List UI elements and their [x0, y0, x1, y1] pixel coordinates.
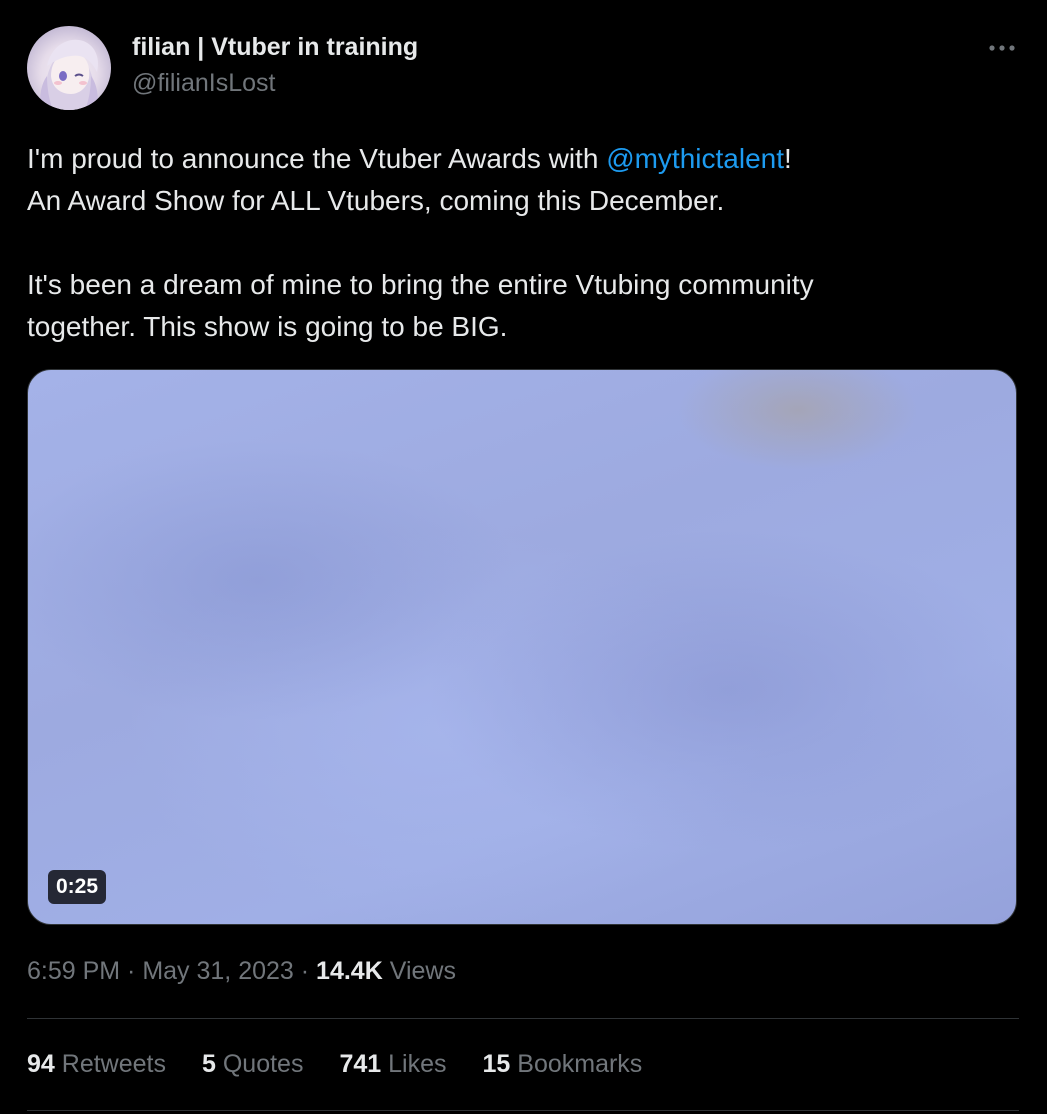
avatar[interactable]	[27, 26, 111, 110]
retweets-label: Retweets	[61, 1050, 166, 1078]
display-name[interactable]: filian | Vtuber in training	[132, 33, 418, 62]
tweet-metadata: 6:59 PM · May 31, 2023 · 14.4K Views	[27, 957, 456, 986]
tweet-text-line-3: It's been a dream of mine to bring the e…	[27, 269, 814, 300]
tweet-date[interactable]: May 31, 2023	[142, 957, 294, 985]
tweet-text-line-1: I'm proud to announce the Vtuber Awards …	[27, 138, 1017, 180]
tweet: filian | Vtuber in training @filianIsLos…	[0, 0, 1047, 1114]
quotes-stat[interactable]: 5 Quotes	[202, 1050, 303, 1079]
divider	[27, 1018, 1019, 1019]
user-handle[interactable]: @filianIsLost	[132, 69, 276, 98]
tweet-text-line-4: together. This show is going to be BIG.	[27, 311, 508, 342]
ellipsis-icon	[989, 45, 1015, 51]
quotes-label: Quotes	[222, 1050, 304, 1078]
views-label: Views	[389, 957, 456, 985]
separator: ·	[293, 957, 317, 985]
tweet-text-line-2: An Award Show for ALL Vtubers, coming th…	[27, 185, 725, 216]
more-options-button[interactable]	[980, 28, 1024, 68]
tweet-text-part: I'm proud to announce the Vtuber Awards …	[27, 143, 607, 174]
likes-stat[interactable]: 741 Likes	[339, 1050, 446, 1079]
video-player[interactable]: 0:25	[27, 369, 1017, 925]
bookmarks-stat[interactable]: 15 Bookmarks	[483, 1050, 643, 1079]
tweet-text-part: !	[784, 143, 792, 174]
retweets-count: 94	[27, 1050, 55, 1078]
tweet-text: I'm proud to announce the Vtuber Awards …	[27, 138, 1017, 348]
avatar-image	[40, 39, 99, 110]
views-count: 14.4K	[316, 957, 383, 985]
mention-link[interactable]: @mythictalent	[606, 143, 784, 174]
quotes-count: 5	[201, 1050, 216, 1078]
retweets-stat[interactable]: 94 Retweets	[27, 1050, 166, 1079]
bookmarks-label: Bookmarks	[517, 1050, 643, 1078]
video-duration-badge: 0:25	[48, 870, 107, 904]
likes-count: 741	[339, 1050, 382, 1078]
engagement-stats: 94 Retweets 5 Quotes 741 Likes 15 Bookma…	[27, 1050, 642, 1079]
likes-label: Likes	[388, 1050, 447, 1078]
separator: ·	[120, 957, 143, 985]
bookmarks-count: 15	[482, 1050, 511, 1078]
tweet-time[interactable]: 6:59 PM	[27, 957, 120, 985]
divider	[27, 1110, 1019, 1111]
